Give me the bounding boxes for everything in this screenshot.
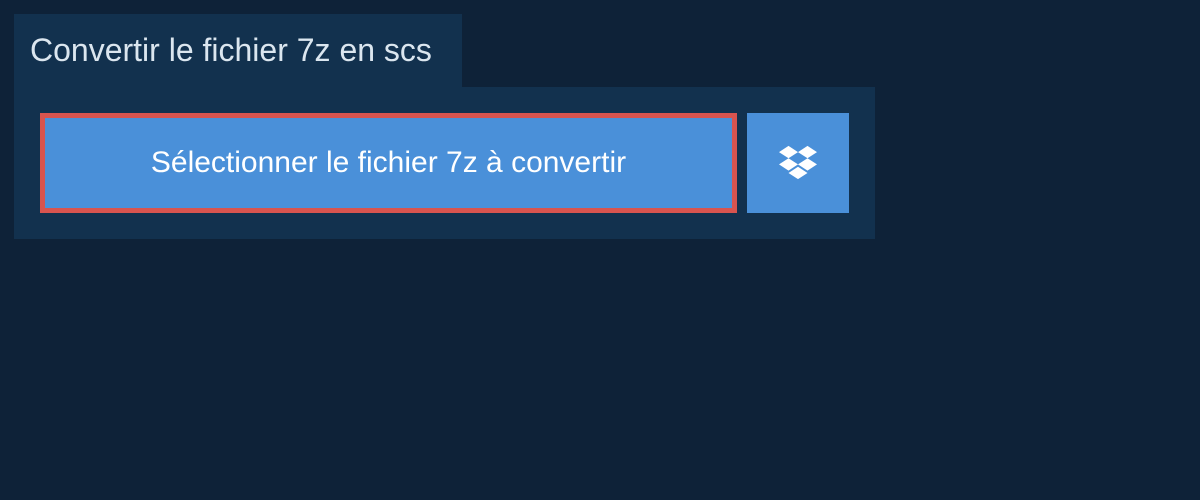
select-file-label: Sélectionner le fichier 7z à convertir [151, 146, 626, 180]
dropbox-icon [779, 144, 817, 182]
action-panel: Sélectionner le fichier 7z à convertir [14, 87, 875, 239]
conversion-widget: Convertir le fichier 7z en scs Sélection… [0, 0, 1200, 253]
select-file-button[interactable]: Sélectionner le fichier 7z à convertir [40, 113, 737, 213]
dropbox-button[interactable] [747, 113, 849, 213]
title-text: Convertir le fichier 7z en scs [30, 32, 432, 68]
page-title: Convertir le fichier 7z en scs [14, 14, 462, 87]
